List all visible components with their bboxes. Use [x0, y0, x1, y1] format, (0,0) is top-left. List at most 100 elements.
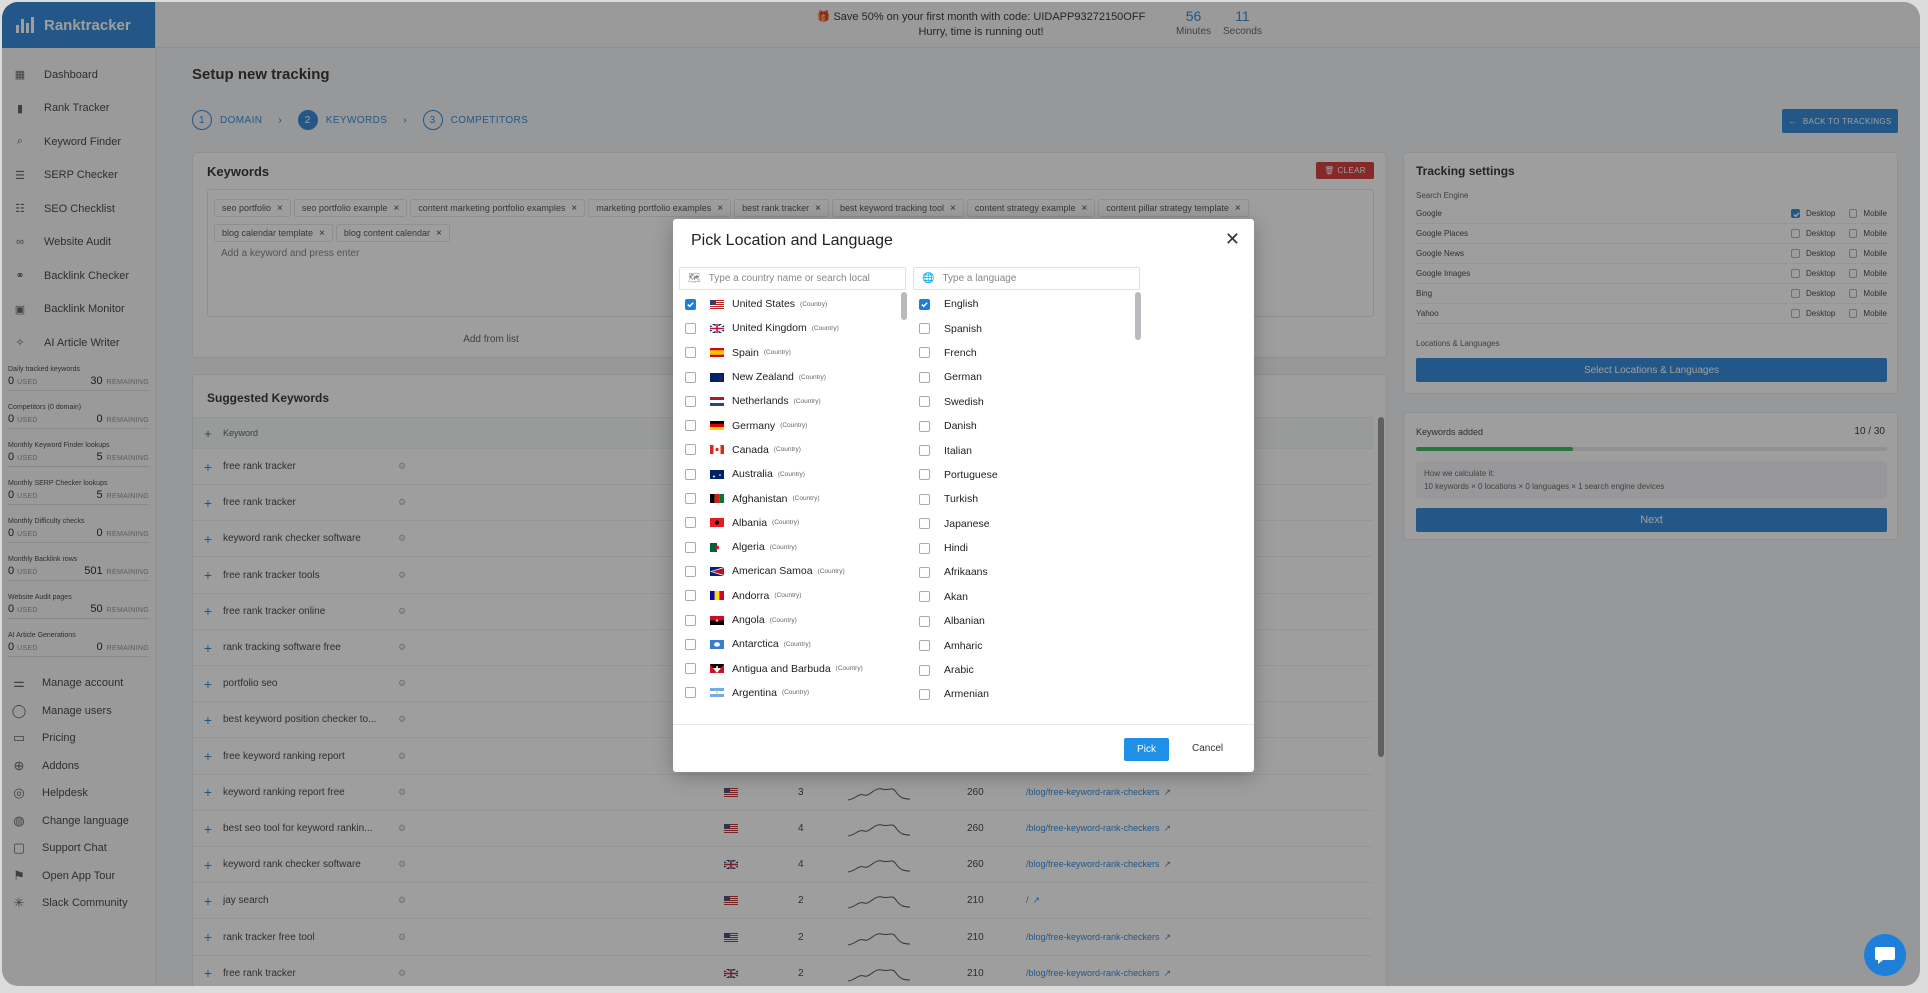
language-option[interactable]: Afrikaans — [913, 560, 1133, 584]
country-checkbox[interactable] — [685, 663, 696, 675]
country-option[interactable]: United States (Country) — [679, 292, 903, 316]
country-checkbox[interactable] — [685, 322, 696, 334]
country-tag: (Country) — [769, 543, 797, 551]
country-checkbox[interactable] — [685, 468, 696, 480]
language-name: Danish — [944, 420, 977, 433]
language-option[interactable]: Swedish — [913, 390, 1133, 414]
country-option[interactable]: Argentina (Country) — [679, 681, 903, 705]
flag-as-icon — [710, 566, 724, 576]
country-tag: (Country) — [835, 665, 863, 673]
country-list-scrollbar[interactable] — [901, 292, 907, 320]
language-checkbox[interactable] — [919, 323, 930, 335]
country-option[interactable]: Germany (Country) — [679, 413, 903, 437]
language-option[interactable]: Amharic — [913, 633, 1133, 657]
country-checkbox[interactable] — [685, 614, 696, 626]
country-checkbox[interactable] — [685, 565, 696, 577]
language-search-input[interactable]: 🌐 Type a language — [913, 267, 1140, 290]
language-option[interactable]: Armenian — [913, 682, 1133, 706]
country-option[interactable]: American Samoa (Country) — [679, 559, 903, 583]
language-option[interactable]: French — [913, 341, 1133, 365]
country-option[interactable]: Netherlands (Country) — [679, 389, 903, 413]
close-icon[interactable]: ✕ — [1225, 229, 1240, 250]
country-checkbox[interactable] — [685, 541, 696, 553]
language-checkbox[interactable] — [919, 518, 930, 530]
country-option[interactable]: Antarctica (Country) — [679, 632, 903, 656]
language-option[interactable]: Arabic — [913, 658, 1133, 682]
country-checkbox[interactable] — [685, 493, 696, 505]
country-checkbox[interactable] — [685, 420, 696, 432]
language-checkbox[interactable] — [919, 469, 930, 481]
language-checkbox[interactable] — [919, 664, 930, 676]
country-option[interactable]: New Zealand (Country) — [679, 365, 903, 389]
language-checkbox[interactable] — [919, 396, 930, 408]
language-checkbox[interactable] — [919, 640, 930, 652]
language-checkbox[interactable] — [919, 615, 930, 627]
country-checkbox[interactable] — [685, 395, 696, 407]
language-list-scrollbar[interactable] — [1135, 292, 1141, 340]
language-option[interactable]: Albanian — [913, 609, 1133, 633]
country-option[interactable]: Afghanistan (Country) — [679, 486, 903, 510]
language-checkbox[interactable] — [919, 591, 930, 603]
country-option[interactable]: Angola (Country) — [679, 608, 903, 632]
language-option[interactable]: Akan — [913, 585, 1133, 609]
country-name: Angola — [732, 614, 765, 626]
cancel-button[interactable]: Cancel — [1192, 743, 1223, 754]
country-checkbox[interactable] — [685, 444, 696, 456]
country-option[interactable]: Spain (Country) — [679, 341, 903, 365]
flag-ao-icon — [710, 615, 724, 625]
language-option[interactable]: Hindi — [913, 536, 1133, 560]
country-tag: (Country) — [773, 446, 801, 454]
language-option[interactable]: Spanish — [913, 316, 1133, 340]
country-name: New Zealand — [732, 371, 794, 384]
flag-ad-icon — [710, 591, 724, 601]
language-option[interactable]: Portuguese — [913, 463, 1133, 487]
country-search-input[interactable]: 🗺 Type a country name or search local — [679, 267, 906, 290]
language-name: Albanian — [944, 615, 985, 628]
language-checkbox[interactable] — [919, 493, 930, 505]
country-checkbox[interactable] — [685, 347, 696, 359]
language-checkbox[interactable] — [919, 688, 930, 700]
language-option[interactable]: Japanese — [913, 512, 1133, 536]
language-checkbox[interactable] — [919, 445, 930, 457]
country-name: Algeria — [732, 541, 765, 554]
language-checkbox[interactable] — [919, 347, 930, 359]
country-option[interactable]: United Kingdom (Country) — [679, 316, 903, 340]
language-option[interactable]: Danish — [913, 414, 1133, 438]
language-checkbox[interactable] — [919, 420, 930, 432]
country-tag: (Country) — [800, 300, 828, 308]
country-checkbox[interactable] — [685, 638, 696, 650]
country-option[interactable]: Antigua and Barbuda (Country) — [679, 656, 903, 680]
language-checkbox[interactable] — [919, 298, 930, 310]
country-option[interactable]: Albania (Country) — [679, 511, 903, 535]
pick-button[interactable]: Pick — [1124, 738, 1169, 761]
country-option[interactable]: Algeria (Country) — [679, 535, 903, 559]
country-checkbox[interactable] — [685, 298, 696, 310]
country-option[interactable]: Andorra (Country) — [679, 584, 903, 608]
language-option[interactable]: Turkish — [913, 487, 1133, 511]
language-checkbox[interactable] — [919, 371, 930, 383]
globe-icon: 🌐 — [922, 273, 935, 284]
country-tag: (Country) — [792, 495, 820, 503]
language-option[interactable]: English — [913, 292, 1133, 316]
flag-dz-icon — [710, 542, 724, 552]
country-checkbox[interactable] — [685, 371, 696, 383]
flag-us-icon — [710, 299, 724, 309]
language-option[interactable]: German — [913, 365, 1133, 389]
language-checkbox[interactable] — [919, 542, 930, 554]
country-checkbox[interactable] — [685, 590, 696, 602]
language-name: English — [944, 298, 979, 311]
country-list: United States (Country) United Kingdom (Cou… — [679, 292, 903, 724]
language-checkbox[interactable] — [919, 566, 930, 578]
language-option[interactable]: Italian — [913, 438, 1133, 462]
country-name: Afghanistan — [732, 492, 788, 505]
language-name: Italian — [944, 444, 973, 457]
chat-launcher-button[interactable] — [1864, 934, 1906, 976]
language-name: Armenian — [944, 688, 989, 701]
country-checkbox[interactable] — [685, 687, 696, 699]
country-name: United Kingdom — [732, 322, 807, 335]
country-option[interactable]: Australia (Country) — [679, 462, 903, 486]
app-window: Ranktracker ▦ Dashboard ▮ Rank Tracker ⌕ Keyw… — [2, 2, 1920, 986]
country-search-placeholder: Type a country name or search local — [708, 273, 870, 284]
country-option[interactable]: Canada (Country) — [679, 438, 903, 462]
country-checkbox[interactable] — [685, 517, 696, 529]
